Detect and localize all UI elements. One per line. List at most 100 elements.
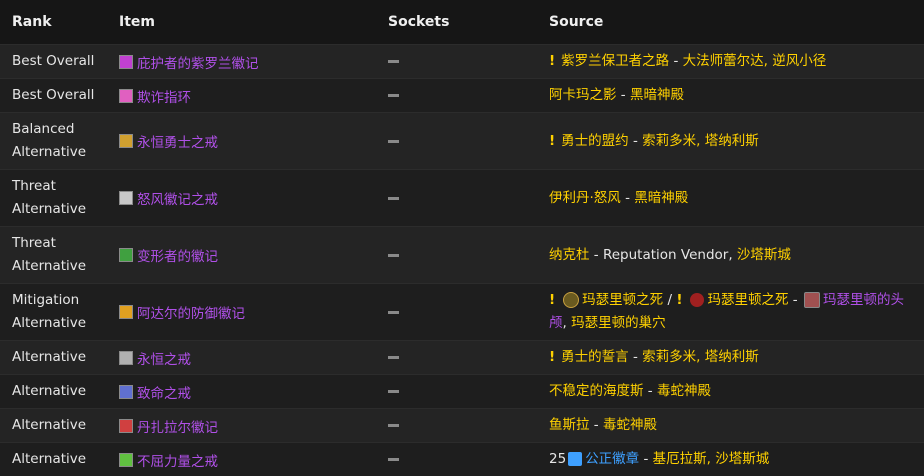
item-link[interactable]: 丹扎拉尔徽记 bbox=[137, 416, 218, 436]
gold-ring-icon[interactable] bbox=[119, 134, 133, 148]
source-cell: 不稳定的海度斯 - 毒蛇神殿 bbox=[549, 380, 924, 403]
head-item-icon[interactable] bbox=[803, 292, 820, 308]
item-link[interactable]: 欺诈指环 bbox=[137, 86, 191, 106]
table-row: Alternative 丹扎拉尔徽记 鱼斯拉 - 毒蛇神殿 bbox=[0, 408, 924, 442]
item-link[interactable]: 致命之戒 bbox=[137, 382, 191, 402]
quest-link[interactable]: 勇士的誓言 bbox=[561, 349, 629, 365]
purple-rune-icon[interactable] bbox=[119, 54, 133, 69]
empty-sockets-dash bbox=[388, 458, 399, 461]
vendor-location-link[interactable]: 基厄拉斯, 沙塔斯城 bbox=[653, 451, 770, 467]
source-cell: ! 勇士的誓言 - 索莉多米, 塔纳利斯 bbox=[549, 346, 924, 369]
orange-ring-icon[interactable] bbox=[119, 305, 133, 319]
header-rank: Rank bbox=[12, 14, 52, 30]
item-cell: 欺诈指环 bbox=[119, 86, 388, 106]
source-cell: 鱼斯拉 - 毒蛇神殿 bbox=[549, 414, 924, 437]
source-cell: 阿卡玛之影 - 黑暗神殿 bbox=[549, 84, 924, 107]
green-glyph-icon[interactable] bbox=[119, 452, 133, 467]
table-row: Alternative 永恒之戒 ! 勇士的誓言 - 索莉多米, 塔纳利斯 bbox=[0, 340, 924, 374]
white-ring-icon[interactable] bbox=[119, 191, 133, 205]
rank-cell: Threat Alternative bbox=[12, 178, 87, 217]
quest-exclamation-icon: ! bbox=[549, 132, 556, 149]
header-item: Item bbox=[119, 14, 155, 30]
zone-link[interactable]: 黑暗神殿 bbox=[634, 190, 688, 206]
badge-of-justice-icon[interactable] bbox=[568, 452, 583, 466]
rank-cell: Balanced Alternative bbox=[12, 121, 87, 160]
rank-cell: Alternative bbox=[12, 451, 87, 467]
quest-link[interactable]: 紫罗兰保卫者之路 bbox=[561, 53, 669, 69]
boss-link[interactable]: 阿卡玛之影 bbox=[549, 87, 617, 103]
item-link[interactable]: 阿达尔的防御徽记 bbox=[137, 302, 245, 322]
pink-ring-icon[interactable] bbox=[119, 88, 133, 103]
vendor-type: Reputation Vendor bbox=[602, 246, 729, 263]
empty-sockets-dash bbox=[388, 356, 399, 359]
separator: - bbox=[628, 349, 643, 365]
item-cell: 怒风徽记之戒 bbox=[119, 188, 388, 208]
empty-sockets-dash bbox=[388, 94, 399, 97]
item-link[interactable]: 庇护者的紫罗兰徽记 bbox=[137, 52, 259, 72]
boss-link[interactable]: 鱼斯拉 bbox=[549, 417, 590, 433]
rank-cell: Best Overall bbox=[12, 87, 95, 103]
sockets-cell bbox=[388, 54, 549, 70]
header-source: Source bbox=[549, 14, 604, 30]
header-sockets: Sockets bbox=[388, 14, 450, 30]
zone-link[interactable]: 玛瑟里顿的巢穴 bbox=[571, 315, 666, 331]
horde-icon bbox=[690, 293, 705, 307]
quest-exclamation-icon: ! bbox=[549, 349, 556, 365]
boss-link[interactable]: 不稳定的海度斯 bbox=[549, 383, 644, 399]
empty-sockets-dash bbox=[388, 390, 399, 393]
item-link[interactable]: 变形者的徽记 bbox=[137, 245, 218, 265]
zone-link[interactable]: 毒蛇神殿 bbox=[657, 383, 711, 399]
item-link[interactable]: 怒风徽记之戒 bbox=[137, 188, 218, 208]
separator: - bbox=[669, 53, 683, 69]
item-link[interactable]: 永恒之戒 bbox=[137, 348, 191, 368]
quest-link[interactable]: 玛瑟里顿之死 bbox=[582, 292, 663, 308]
red-ring-icon[interactable] bbox=[119, 418, 133, 433]
blue-ring-icon[interactable] bbox=[119, 384, 133, 399]
quest-link[interactable]: 勇士的盟约 bbox=[561, 133, 629, 149]
boss-link[interactable]: 伊利丹·怒风 bbox=[549, 190, 621, 206]
separator: - bbox=[628, 132, 643, 149]
empty-sockets-dash bbox=[388, 196, 399, 200]
zone-link[interactable]: 沙塔斯城 bbox=[737, 247, 791, 263]
table-row: Balanced Alternative 永恒勇士之戒 ! 勇士的盟约 - 索莉多… bbox=[0, 112, 924, 169]
item-cell: 永恒之戒 bbox=[119, 348, 388, 368]
npc-link[interactable]: 纳克杜 bbox=[549, 247, 590, 263]
item-link[interactable]: 永恒勇士之戒 bbox=[137, 131, 218, 151]
separator: - bbox=[589, 417, 603, 433]
item-cell: 永恒勇士之戒 bbox=[119, 131, 388, 151]
sockets-cell bbox=[388, 190, 549, 206]
table-row: Threat Alternative 怒风徽记之戒 伊利丹·怒风 - 黑暗神殿 bbox=[0, 169, 924, 226]
separator: - bbox=[589, 246, 603, 263]
item-cell: 致命之戒 bbox=[119, 382, 388, 402]
item-link[interactable]: 不屈力量之戒 bbox=[137, 450, 218, 470]
source-cell: 25 公正徽章 - 基厄拉斯, 沙塔斯城 bbox=[549, 448, 924, 471]
table-row: Mitigation Alternative 阿达尔的防御徽记 ! 玛瑟里顿之死 … bbox=[0, 283, 924, 340]
table-row: Best Overall 庇护者的紫罗兰徽记 ! 紫罗兰保卫者之路 - 大法师蕾尔… bbox=[0, 44, 924, 78]
table-row: Best Overall 欺诈指环 阿卡玛之影 - 黑暗神殿 bbox=[0, 78, 924, 112]
source-cell: ! 玛瑟里顿之死 / ! 玛瑟里顿之死 - 玛瑟里顿的头颅, 玛瑟里顿的巢穴 bbox=[549, 289, 924, 335]
empty-sockets-dash bbox=[388, 60, 399, 63]
item-cell: 丹扎拉尔徽记 bbox=[119, 416, 388, 436]
empty-sockets-dash bbox=[388, 424, 399, 427]
green-ring-icon[interactable] bbox=[119, 248, 133, 262]
separator: , bbox=[728, 246, 737, 263]
separator: - bbox=[616, 87, 630, 103]
rank-cell: Best Overall bbox=[12, 53, 95, 69]
table-row: Alternative 致命之戒 不稳定的海度斯 - 毒蛇神殿 bbox=[0, 374, 924, 408]
sockets-cell bbox=[388, 384, 549, 400]
npc-location-link[interactable]: 大法师蕾尔达, 逆风小径 bbox=[683, 53, 827, 69]
npc-location-link[interactable]: 索莉多米, 塔纳利斯 bbox=[642, 349, 759, 365]
npc-location-link[interactable]: 索莉多米, 塔纳利斯 bbox=[642, 133, 759, 149]
zone-link[interactable]: 毒蛇神殿 bbox=[603, 417, 657, 433]
silver-ring-icon[interactable] bbox=[119, 350, 133, 365]
empty-sockets-dash bbox=[388, 139, 399, 143]
sockets-cell bbox=[388, 247, 549, 263]
separator: , bbox=[562, 315, 572, 331]
quest-link[interactable]: 玛瑟里顿之死 bbox=[707, 292, 788, 308]
rank-cell: Mitigation Alternative bbox=[12, 292, 87, 331]
zone-link[interactable]: 黑暗神殿 bbox=[630, 87, 684, 103]
currency-link[interactable]: 公正徽章 bbox=[585, 451, 639, 467]
alliance-icon bbox=[563, 292, 580, 308]
sockets-cell bbox=[388, 418, 549, 434]
separator: - bbox=[788, 292, 802, 308]
